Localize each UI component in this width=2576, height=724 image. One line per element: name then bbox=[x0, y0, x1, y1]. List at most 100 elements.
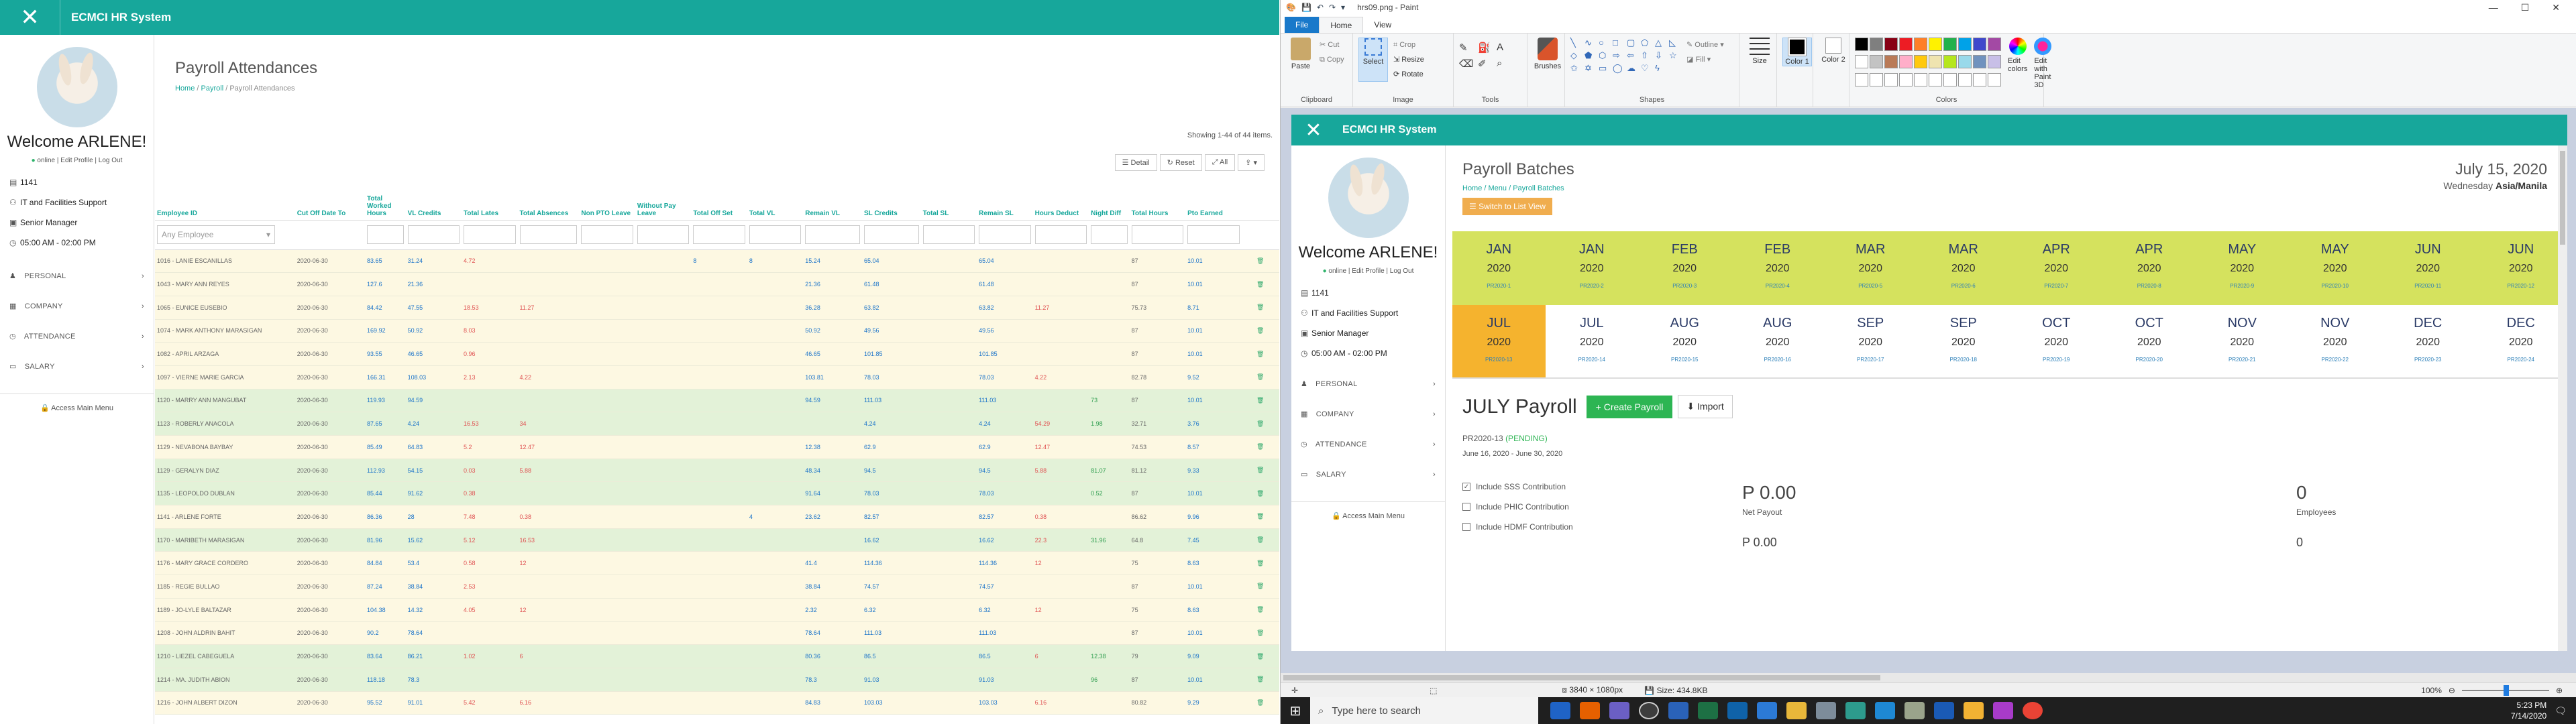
pencil-icon[interactable]: ✎ bbox=[1459, 42, 1474, 54]
delete-row-icon[interactable]: 🗑 bbox=[1241, 342, 1279, 366]
column-filter-input[interactable] bbox=[749, 225, 802, 244]
delete-row-icon[interactable]: 🗑 bbox=[1241, 389, 1279, 413]
notifications-icon[interactable]: 🗨 bbox=[2555, 705, 2567, 717]
lightning-shape-icon[interactable]: ϟ bbox=[1655, 63, 1667, 74]
column-header[interactable]: Non PTO Leave bbox=[579, 178, 635, 221]
windows-start-icon[interactable]: ⊞ bbox=[1281, 697, 1310, 724]
color2-button[interactable]: Color 2 bbox=[1819, 38, 1848, 64]
cut-button[interactable]: ✂ Cut bbox=[1320, 38, 1344, 52]
zoom-in-icon[interactable]: ⊕ bbox=[2556, 686, 2563, 695]
star-shape-icon[interactable]: ☆ bbox=[1669, 50, 1681, 61]
palette-swatch[interactable] bbox=[1973, 38, 1986, 51]
table-row[interactable]: 1135 - LEOPOLDO DUBLAN 2020-06-30 85.44 91.… bbox=[155, 481, 1279, 506]
color1-button[interactable]: Color 1 bbox=[1782, 38, 1812, 66]
palette-swatch[interactable] bbox=[1958, 55, 1972, 69]
delete-row-icon[interactable]: 🗑 bbox=[1241, 319, 1279, 343]
access-main-menu-link[interactable]: 🔒 Access Main Menu bbox=[0, 394, 154, 412]
column-filter-input[interactable] bbox=[1091, 225, 1128, 244]
triangle-shape-icon[interactable]: △ bbox=[1655, 38, 1667, 48]
excel-icon[interactable] bbox=[1698, 702, 1718, 719]
rounded-rect-shape-icon[interactable]: ▢ bbox=[1627, 38, 1639, 48]
palette-swatch[interactable] bbox=[1914, 38, 1927, 51]
column-filter-input[interactable] bbox=[922, 225, 975, 244]
table-row[interactable]: 1141 - ARLENE FORTE 2020-06-30 86.36 28 7.48… bbox=[155, 505, 1279, 529]
outline-button[interactable]: ✎ Outline ▾ bbox=[1686, 38, 1724, 52]
arrow-down-shape-icon[interactable]: ⇩ bbox=[1655, 50, 1667, 61]
delete-row-icon[interactable]: 🗑 bbox=[1241, 249, 1279, 274]
palette-swatch[interactable] bbox=[1884, 55, 1898, 69]
brushes-button[interactable]: Brushes bbox=[1533, 38, 1562, 70]
delete-row-icon[interactable]: 🗑 bbox=[1241, 528, 1279, 552]
column-header[interactable]: Total Off Set bbox=[691, 178, 747, 221]
tab-file[interactable]: File bbox=[1285, 17, 1320, 33]
paint-canvas[interactable]: ✕ ECMCI HR System Welcome ARLENE! ● onli… bbox=[1291, 115, 2567, 651]
table-row[interactable]: 1043 - MARY ANN REYES 2020-06-30 127.6 21.3… bbox=[155, 272, 1279, 296]
custom-color-swatch[interactable] bbox=[1855, 72, 1868, 86]
custom-color-swatch[interactable] bbox=[1914, 72, 1927, 86]
sidebar-item-company[interactable]: ▦ COMPANY › bbox=[0, 291, 154, 321]
text-icon[interactable]: A bbox=[1497, 42, 1511, 54]
delete-row-icon[interactable]: 🗑 bbox=[1241, 272, 1279, 296]
mail-icon[interactable] bbox=[1757, 702, 1777, 719]
column-header[interactable]: SL Credits bbox=[861, 178, 921, 221]
star6-shape-icon[interactable]: ✡ bbox=[1585, 63, 1597, 74]
snip-icon[interactable] bbox=[1816, 702, 1836, 719]
delete-row-icon[interactable]: 🗑 bbox=[1241, 644, 1279, 668]
column-header[interactable]: Total Absences bbox=[517, 178, 580, 221]
table-row[interactable]: 1074 - MARK ANTHONY MARASIGAN 2020-06-30 1… bbox=[155, 319, 1279, 343]
palette-swatch[interactable] bbox=[1899, 38, 1913, 51]
column-filter-input[interactable] bbox=[979, 225, 1031, 244]
right-triangle-shape-icon[interactable]: ◺ bbox=[1669, 38, 1681, 48]
custom-color-swatch[interactable] bbox=[1958, 72, 1972, 86]
palette-swatch[interactable] bbox=[1855, 38, 1868, 51]
custom-color-swatch[interactable] bbox=[1870, 72, 1883, 86]
column-filter-input[interactable] bbox=[693, 225, 745, 244]
minimize-icon[interactable]: — bbox=[2489, 2, 2498, 13]
table-row[interactable]: 1097 - VIERNE MARIE GARCIA 2020-06-30 166.… bbox=[155, 365, 1279, 389]
custom-color-swatch[interactable] bbox=[1884, 72, 1898, 86]
table-row[interactable]: 1123 - ROBERLY ANACOLA 2020-06-30 87.65 4.2… bbox=[155, 412, 1279, 436]
paste-button[interactable]: Paste bbox=[1286, 38, 1316, 70]
zoom-slider[interactable] bbox=[2461, 684, 2549, 696]
edit-profile-link[interactable]: Edit Profile bbox=[60, 157, 93, 164]
sidebar-item-salary[interactable]: ▭ SALARY › bbox=[0, 351, 154, 381]
polygon-shape-icon[interactable]: ⬠ bbox=[1641, 38, 1653, 48]
table-row[interactable]: 1210 - LIEZEL CABEGUELA 2020-06-30 83.64 86… bbox=[155, 644, 1279, 668]
size-button[interactable]: Size bbox=[1745, 38, 1774, 65]
sidebar-item-attendance[interactable]: ◷ ATTENDANCE › bbox=[0, 321, 154, 351]
table-row[interactable]: 1185 - REGIE BULLAO 2020-06-30 87.24 38.84 2… bbox=[155, 575, 1279, 599]
delete-row-icon[interactable]: 🗑 bbox=[1241, 435, 1279, 459]
column-header[interactable]: Remain SL bbox=[977, 178, 1033, 221]
copy-button[interactable]: ⧉ Copy bbox=[1320, 52, 1344, 67]
fill-bucket-icon[interactable]: ⛽ bbox=[1478, 42, 1493, 54]
outlook-icon[interactable] bbox=[1727, 702, 1748, 719]
breadcrumb-home[interactable]: Home bbox=[175, 84, 195, 93]
curve-shape-icon[interactable]: ∿ bbox=[1585, 38, 1597, 48]
reset-button[interactable]: ↻ Reset bbox=[1159, 154, 1202, 171]
palette-swatch[interactable] bbox=[1870, 38, 1883, 51]
redo-icon[interactable]: ↷ bbox=[1329, 3, 1336, 12]
star5-shape-icon[interactable]: ✩ bbox=[1570, 63, 1582, 74]
delete-row-icon[interactable]: 🗑 bbox=[1241, 668, 1279, 692]
remote-desktop-icon[interactable] bbox=[1668, 702, 1688, 719]
save-icon[interactable]: 💾 bbox=[1301, 3, 1311, 12]
palette-swatch[interactable] bbox=[1943, 38, 1957, 51]
breadcrumb-payroll[interactable]: Payroll bbox=[201, 84, 224, 93]
diamond-shape-icon[interactable]: ◇ bbox=[1570, 50, 1582, 61]
column-filter-input[interactable] bbox=[407, 225, 460, 244]
callout-rect-shape-icon[interactable]: ▭ bbox=[1599, 63, 1611, 74]
table-row[interactable]: 1129 - NEVABONA BAYBAY 2020-06-30 85.49 64.… bbox=[155, 435, 1279, 459]
chrome-icon[interactable] bbox=[2023, 702, 2043, 719]
column-header[interactable]: Hours Deduct bbox=[1032, 178, 1089, 221]
undo-icon[interactable]: ↶ bbox=[1317, 3, 1324, 12]
shapes-gallery[interactable]: ╲ ∿ ○ □ ▢ ⬠ △ ◺ ◇ ⬟ ⬡ ⇨ ⇦ ⇧ ⇩ ☆ ✩ ✡ ▭ ◯ ☁ ♡ ϟ bbox=[1570, 38, 1681, 74]
close-icon[interactable]: ✕ bbox=[2552, 2, 2560, 13]
rotate-button[interactable]: ⟳ Rotate bbox=[1393, 67, 1424, 82]
hexagon-shape-icon[interactable]: ⬡ bbox=[1599, 50, 1611, 61]
logout-link[interactable]: Log Out bbox=[99, 157, 123, 164]
cortana-icon[interactable] bbox=[1639, 702, 1659, 719]
canvas-horizontal-scrollbar[interactable] bbox=[1281, 673, 2576, 682]
column-filter-input[interactable] bbox=[863, 225, 919, 244]
column-filter-input[interactable] bbox=[464, 225, 516, 244]
column-header[interactable]: Remain VL bbox=[803, 178, 862, 221]
